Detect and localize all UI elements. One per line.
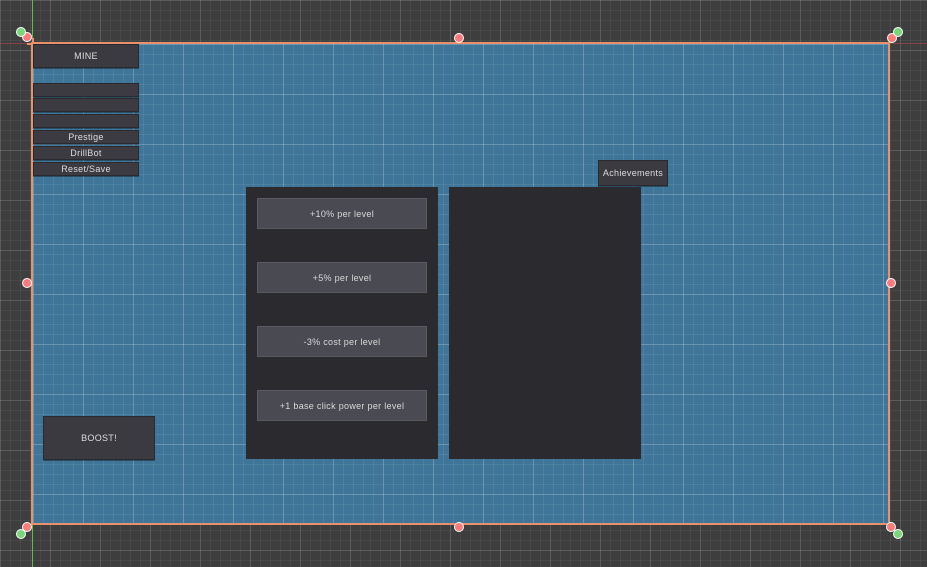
mine-button[interactable]: MINE — [33, 44, 139, 68]
upgrades-panel: +10% per level +5% per level -3% cost pe… — [246, 187, 438, 459]
upgrade-button-2[interactable]: +5% per level — [257, 262, 427, 293]
sidebar-button-2[interactable] — [33, 98, 139, 112]
upgrade-button-1[interactable]: +10% per level — [257, 198, 427, 229]
sidebar-button-1[interactable] — [33, 83, 139, 97]
anchor-top-right[interactable] — [893, 27, 903, 37]
reset-save-button[interactable]: Reset/Save — [33, 162, 139, 176]
prestige-button[interactable]: Prestige — [33, 130, 139, 144]
upgrade-button-3[interactable]: -3% cost per level — [257, 326, 427, 357]
drillbot-button[interactable]: DrillBot — [33, 146, 139, 160]
anchor-top-left[interactable] — [16, 27, 26, 37]
achievements-button[interactable]: Achievements — [598, 160, 668, 186]
anchor-bottom-left[interactable] — [16, 529, 26, 539]
anchor-bottom-right[interactable] — [893, 529, 903, 539]
handle-middle-right[interactable] — [886, 278, 896, 288]
handle-top-center[interactable] — [454, 33, 464, 43]
upgrade-button-4[interactable]: +1 base click power per level — [257, 390, 427, 421]
handle-bottom-center[interactable] — [454, 522, 464, 532]
achievements-panel — [449, 187, 641, 459]
sidebar-button-3[interactable] — [33, 114, 139, 128]
boost-button[interactable]: BOOST! — [43, 416, 155, 460]
handle-middle-left[interactable] — [22, 278, 32, 288]
